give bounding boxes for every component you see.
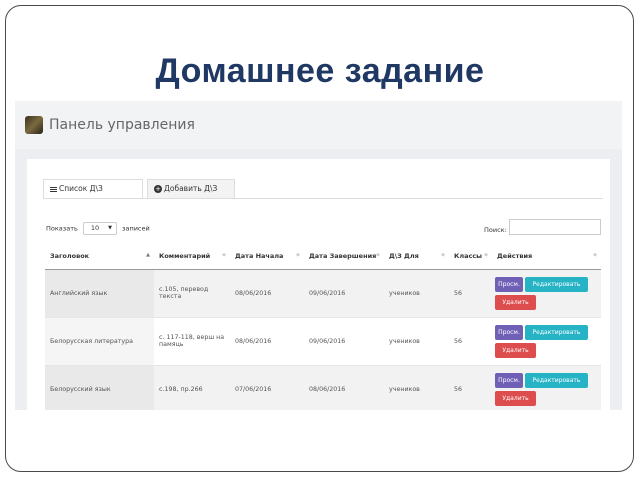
sort-icon: ◆ (222, 252, 226, 258)
column-header-label: Действия (497, 251, 533, 260)
view-button[interactable]: Просм. (495, 372, 523, 388)
column-header-start-date[interactable]: Дата Начала ◆ (230, 243, 304, 270)
search-label: Поиск: (484, 226, 507, 234)
cell-start-date: 07/06/2016 (230, 365, 304, 410)
table-row: Белорусская литература с. 117-118, верш … (45, 317, 601, 366)
sort-icon: ◆ (376, 252, 380, 258)
column-header-label: Дата Начала (235, 251, 284, 260)
cell-actions: Просм. Редактировать Удалить (492, 365, 601, 410)
table-row: Белорусский язык с.198, пр.266 07/06/201… (45, 365, 601, 410)
column-header-actions[interactable]: Действия ◆ (492, 243, 601, 270)
edit-button[interactable]: Редактировать (525, 324, 588, 340)
length-prefix: Показать (46, 224, 78, 233)
slide-title: Домашнее задание (155, 52, 485, 90)
sort-icon: ◆ (441, 252, 445, 258)
delete-button[interactable]: Удалить (495, 294, 536, 310)
cell-classes: 56 (449, 365, 492, 410)
cell-end-date: 08/06/2016 (304, 365, 384, 410)
cell-classes: 56 (449, 317, 492, 366)
caret-down-icon: ▼ (108, 225, 112, 231)
column-header-title[interactable]: Заголовок ▲ (45, 243, 154, 270)
length-suffix: записей (122, 224, 150, 233)
cell-start-date: 08/06/2016 (230, 317, 304, 366)
column-header-label: Заголовок (50, 251, 90, 260)
admin-screenshot: Панель управления Список Д\З + Добавить Д… (15, 101, 622, 410)
avatar-logo-icon[interactable] (25, 116, 43, 134)
cell-title: Белорусский язык (45, 365, 154, 410)
column-header-comment[interactable]: Комментарий ◆ (154, 243, 230, 270)
plus-circle-icon: + (154, 185, 162, 193)
tab-label: Список Д\З (59, 184, 103, 193)
sort-icon: ◆ (593, 252, 597, 258)
tab-homework-list[interactable]: Список Д\З (43, 179, 143, 199)
sort-asc-icon: ▲ (146, 252, 150, 258)
cell-for: учеников (384, 317, 449, 366)
cell-actions: Просм. Редактировать Удалить (492, 317, 601, 366)
table-row: Английский язык с.105, перевод текста 08… (45, 269, 601, 318)
cell-comment: с.105, перевод текста (154, 269, 230, 318)
column-header-for[interactable]: Д\З Для ◆ (384, 243, 449, 270)
tab-label: Добавить Д\З (164, 184, 218, 193)
cell-comment: с.198, пр.266 (154, 365, 230, 410)
homework-table: Заголовок ▲ Комментарий ◆ Дата Начала ◆ Дат… (45, 243, 601, 410)
cell-start-date: 08/06/2016 (230, 269, 304, 318)
column-header-label: Дата Завершения (309, 251, 377, 260)
list-icon (50, 186, 57, 192)
tab-divider (43, 198, 603, 199)
tab-add-homework[interactable]: + Добавить Д\З (147, 179, 235, 199)
cell-for: учеников (384, 269, 449, 318)
sort-icon: ◆ (296, 252, 300, 258)
column-header-classes[interactable]: Классы ◆ (449, 243, 492, 270)
view-button[interactable]: Просм. (495, 324, 523, 340)
column-header-label: Д\З Для (389, 251, 419, 260)
delete-button[interactable]: Удалить (495, 342, 536, 358)
content-panel: Список Д\З + Добавить Д\З Показать 10 ▼ за… (27, 159, 610, 410)
cell-end-date: 09/06/2016 (304, 317, 384, 366)
sort-icon: ◆ (484, 252, 488, 258)
table-header-row: Заголовок ▲ Комментарий ◆ Дата Начала ◆ Дат… (45, 243, 601, 270)
cell-comment: с. 117-118, верш на памяць (154, 317, 230, 366)
column-header-label: Комментарий (159, 251, 211, 260)
edit-button[interactable]: Редактировать (525, 276, 588, 292)
column-header-end-date[interactable]: Дата Завершения ◆ (304, 243, 384, 270)
page-length-control: Показать 10 ▼ записей (46, 222, 150, 235)
column-header-label: Классы (454, 251, 483, 260)
edit-button[interactable]: Редактировать (525, 372, 588, 388)
page-length-select[interactable]: 10 ▼ (82, 222, 117, 235)
page-length-value: 10 (90, 224, 100, 232)
top-bar: Панель управления (15, 101, 622, 149)
search-input[interactable] (509, 219, 601, 235)
panel-title: Панель управления (49, 117, 195, 133)
delete-button[interactable]: Удалить (495, 390, 536, 406)
cell-title: Английский язык (45, 269, 154, 318)
cell-end-date: 09/06/2016 (304, 269, 384, 318)
cell-for: учеников (384, 365, 449, 410)
cell-actions: Просм. Редактировать Удалить (492, 269, 601, 318)
cell-title: Белорусская литература (45, 317, 154, 366)
view-button[interactable]: Просм. (495, 276, 523, 292)
cell-classes: 56 (449, 269, 492, 318)
